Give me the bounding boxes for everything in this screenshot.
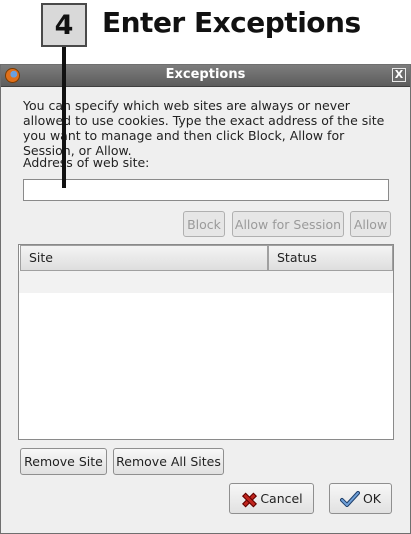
column-header-status[interactable]: Status xyxy=(268,245,393,271)
step-title: Enter Exceptions xyxy=(102,6,361,39)
remove-all-sites-button[interactable]: Remove All Sites xyxy=(113,448,224,475)
address-label: Address of web site: xyxy=(23,155,150,170)
cancel-button[interactable]: Cancel xyxy=(229,483,314,514)
cancel-label: Cancel xyxy=(260,491,303,506)
block-button[interactable]: Block xyxy=(183,211,225,237)
address-input[interactable] xyxy=(23,179,389,201)
table-row xyxy=(19,271,393,293)
dialog-description: You can specify which web sites are alwa… xyxy=(23,98,385,158)
close-button[interactable]: X xyxy=(392,68,406,82)
ok-label: OK xyxy=(362,491,382,506)
column-header-site[interactable]: Site xyxy=(20,245,268,271)
allow-for-session-button[interactable]: Allow for Session xyxy=(232,211,344,237)
allow-button[interactable]: Allow xyxy=(350,211,391,237)
sites-table[interactable]: Site Status xyxy=(18,244,394,440)
x-icon xyxy=(240,491,256,507)
remove-site-button[interactable]: Remove Site xyxy=(20,448,107,475)
step-number-badge: 4 xyxy=(41,3,87,47)
ok-button[interactable]: OK xyxy=(329,483,392,514)
callout-pointer-line xyxy=(62,47,66,188)
checkmark-icon xyxy=(339,490,360,507)
